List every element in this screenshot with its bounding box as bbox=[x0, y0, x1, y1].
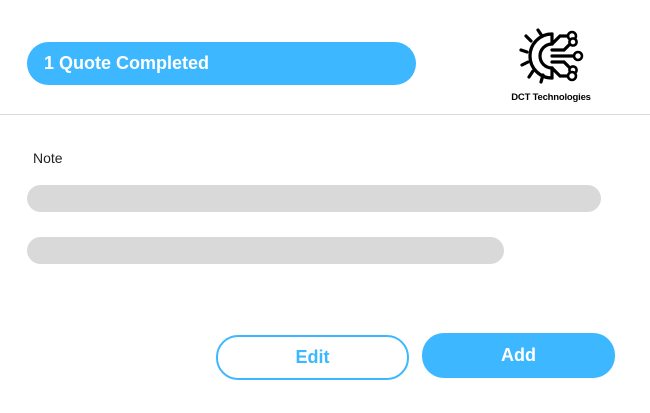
note-line-placeholder[interactable] bbox=[27, 237, 504, 264]
note-label: Note bbox=[33, 150, 63, 166]
edit-button[interactable]: Edit bbox=[216, 335, 409, 380]
brand-name: DCT Technologies bbox=[511, 92, 591, 103]
header-divider bbox=[0, 114, 650, 115]
gear-circuit-icon bbox=[519, 28, 584, 84]
status-pill: 1 Quote Completed bbox=[27, 42, 416, 85]
add-button[interactable]: Add bbox=[422, 333, 615, 378]
add-button-label: Add bbox=[501, 345, 536, 365]
brand-logo: DCT Technologies bbox=[506, 22, 596, 104]
edit-button-label: Edit bbox=[295, 347, 330, 367]
status-label: 1 Quote Completed bbox=[44, 53, 210, 73]
note-line-placeholder[interactable] bbox=[27, 185, 601, 212]
